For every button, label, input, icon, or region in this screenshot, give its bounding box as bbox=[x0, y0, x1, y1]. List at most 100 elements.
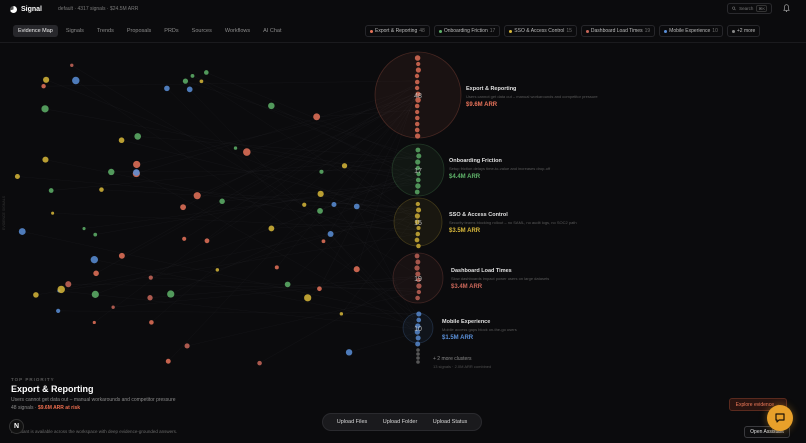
filter-chip[interactable]: Mobile Experience 10 bbox=[659, 25, 723, 37]
chip-count: 19 bbox=[644, 28, 651, 34]
signal-dot bbox=[14, 174, 20, 180]
signal-dot bbox=[57, 285, 65, 294]
signal-link bbox=[111, 169, 419, 173]
signal-link bbox=[43, 80, 419, 87]
other-signal-dot bbox=[416, 348, 420, 352]
cluster-filter-chips: Export & Reporting 48 Onboarding Friction… bbox=[365, 25, 761, 37]
search-placeholder: Search bbox=[739, 6, 754, 11]
signal-dot bbox=[317, 286, 322, 292]
chip-count: 15 bbox=[566, 28, 572, 34]
chip-label: Mobile Experience bbox=[669, 28, 711, 34]
signal-dot bbox=[167, 290, 175, 298]
cluster-label-dashboard[interactable]: Dashboard Load Times Slow dashboards imp… bbox=[451, 268, 549, 290]
filter-chip[interactable]: Onboarding Friction 17 bbox=[433, 25, 501, 37]
signal-dot bbox=[43, 76, 50, 83]
signal-dot bbox=[319, 169, 324, 174]
cluster-name: Dashboard Load Times bbox=[451, 268, 512, 274]
cluster-signal-dot bbox=[414, 213, 420, 219]
signal-dot bbox=[243, 148, 251, 156]
signal-dot bbox=[184, 343, 190, 349]
upload-folder-button[interactable]: Upload Folder bbox=[383, 419, 418, 425]
cluster-color-dot bbox=[585, 29, 589, 33]
cluster-description: Setup friction delays time-to-value and … bbox=[449, 166, 551, 171]
notifications-button[interactable] bbox=[781, 3, 791, 13]
cluster-signal-dot bbox=[414, 237, 420, 243]
filter-chip[interactable]: Dashboard Load Times 19 bbox=[580, 25, 656, 37]
search-input[interactable]: Search ⌘K bbox=[727, 3, 772, 14]
cluster-count: 48 bbox=[414, 93, 422, 100]
chip-label: Export & Reporting bbox=[375, 28, 418, 34]
signal-link bbox=[95, 172, 419, 295]
cluster-color-dot bbox=[509, 29, 513, 33]
more-clusters-sub: 13 signals · 2.0M ARR combined bbox=[433, 364, 492, 369]
signal-dot bbox=[321, 239, 326, 244]
signal-dot bbox=[331, 201, 337, 207]
main-tabs: Evidence Map Signals Trends Proposals PR… bbox=[13, 25, 286, 37]
cluster-signal-dot bbox=[416, 283, 422, 289]
tab-trends[interactable]: Trends bbox=[92, 25, 119, 37]
tab-sources[interactable]: Sources bbox=[187, 25, 217, 37]
chat-button[interactable] bbox=[767, 405, 793, 431]
signal-link bbox=[121, 140, 419, 214]
tab-workflows[interactable]: Workflows bbox=[220, 25, 255, 37]
chip-label: Dashboard Load Times bbox=[590, 28, 643, 34]
cluster-color-dot bbox=[731, 29, 735, 33]
tab-prds[interactable]: PRDs bbox=[159, 25, 183, 37]
signal-dot bbox=[42, 156, 49, 163]
upload-files-button[interactable]: Upload Files bbox=[337, 419, 368, 425]
assistant-note: Assistant is available across the worksp… bbox=[11, 429, 178, 434]
focus-kicker: TOP PRIORITY bbox=[11, 377, 55, 382]
signal-dot bbox=[182, 236, 187, 241]
signal-dot bbox=[72, 76, 80, 85]
signal-link bbox=[151, 92, 419, 323]
signal-dot bbox=[133, 160, 141, 169]
signal-dot bbox=[48, 188, 54, 193]
signal-dot bbox=[41, 105, 49, 113]
cluster-arr: $1.5M ARR bbox=[442, 335, 474, 341]
cluster-description: Security teams blocking rollout – no SAM… bbox=[449, 220, 577, 225]
chip-count: 17 bbox=[489, 28, 496, 34]
cluster-signal-dot bbox=[414, 79, 420, 85]
cluster-name: Export & Reporting bbox=[466, 86, 517, 92]
cluster-signal-dot bbox=[415, 115, 420, 121]
signal-dot bbox=[93, 270, 99, 277]
signal-dot bbox=[317, 190, 324, 197]
more-clusters-label[interactable]: + 2 more clusters 13 signals · 2.0M ARR … bbox=[433, 356, 491, 369]
signal-dot bbox=[193, 192, 201, 200]
cluster-label-onboarding[interactable]: Onboarding Friction Setup friction delay… bbox=[449, 158, 550, 180]
signal-dot bbox=[199, 79, 204, 84]
cluster-signal-dot bbox=[414, 73, 420, 79]
cluster-label-sso[interactable]: SSO & Access Control Security teams bloc… bbox=[449, 212, 577, 234]
signal-dot bbox=[33, 292, 39, 298]
signal-link bbox=[94, 82, 419, 323]
cluster-signal-dot bbox=[415, 177, 421, 183]
signal-dot bbox=[99, 187, 104, 192]
tab-evidence-map[interactable]: Evidence Map bbox=[13, 25, 58, 37]
signal-link bbox=[187, 291, 419, 347]
tab-ai-chat[interactable]: AI Chat bbox=[258, 25, 286, 37]
signal-dot bbox=[51, 211, 55, 215]
tab-proposals[interactable]: Proposals bbox=[122, 25, 156, 37]
tab-signals[interactable]: Signals bbox=[61, 25, 89, 37]
more-filters-chip[interactable]: +2 more bbox=[726, 25, 761, 37]
filter-chip[interactable]: SSO & Access Control 15 bbox=[504, 25, 577, 37]
app-logo[interactable]: Signal bbox=[10, 5, 42, 13]
cluster-description: Slow dashboards impact power users on la… bbox=[451, 276, 550, 281]
workspace-summary[interactable]: default · 4317 signals · $24.5M ARR bbox=[58, 6, 138, 12]
signal-dot bbox=[147, 295, 153, 301]
signal-dot bbox=[91, 290, 99, 298]
cluster-label-mobile[interactable]: Mobile Experience Mobile access gaps blo… bbox=[442, 319, 517, 341]
signal-dot bbox=[41, 83, 46, 89]
cluster-signal-dot bbox=[414, 189, 420, 195]
signal-dot bbox=[82, 227, 86, 231]
other-signal-dot bbox=[416, 356, 420, 360]
cluster-label-export[interactable]: Export & Reporting Users cannot get data… bbox=[466, 86, 598, 108]
upload-status-button[interactable]: Upload Status bbox=[433, 419, 468, 425]
filter-chip[interactable]: Export & Reporting 48 bbox=[365, 25, 430, 37]
chip-label: SSO & Access Control bbox=[514, 28, 565, 34]
workspace-badge[interactable]: N bbox=[9, 419, 24, 434]
other-signal-dot bbox=[416, 352, 420, 356]
signal-link bbox=[58, 290, 419, 330]
cluster-signal-dot bbox=[416, 289, 422, 295]
signal-dot bbox=[304, 294, 312, 302]
